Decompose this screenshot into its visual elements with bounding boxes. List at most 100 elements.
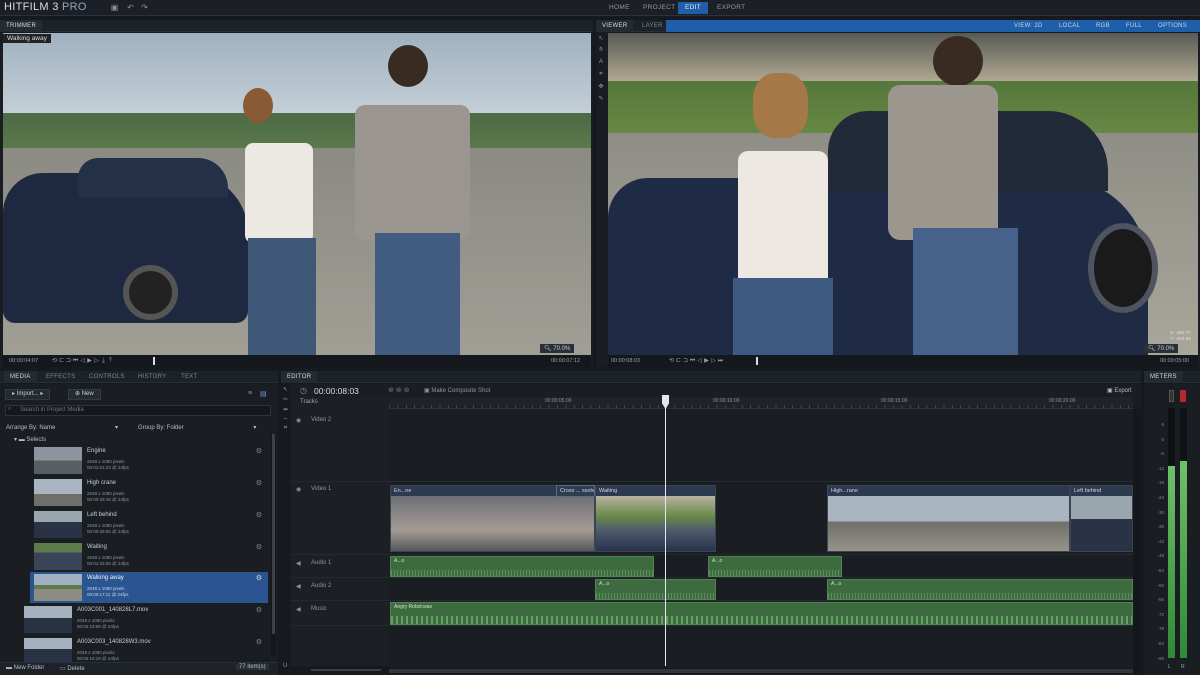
video-clip-left-behind[interactable]: Left behind: [1070, 485, 1133, 552]
delete-button[interactable]: ▭ Delete: [60, 665, 85, 672]
tab-controls[interactable]: CONTROLS: [83, 371, 131, 383]
clip-indicator-right[interactable]: [1180, 390, 1186, 402]
eye-icon[interactable]: ◉: [296, 486, 301, 493]
save-icon[interactable]: ▣: [110, 3, 119, 12]
gear-icon[interactable]: ⚙: [256, 606, 262, 614]
music-clip[interactable]: Angry Robot.wav: [390, 602, 1133, 625]
export-button[interactable]: ▣ Export: [1107, 387, 1132, 394]
audio-clip[interactable]: A...o: [827, 579, 1133, 600]
list-item[interactable]: Left behind 2048 x 1080 pixels 00:00:29:0…: [0, 509, 268, 540]
grid-view-icon[interactable]: ▤: [260, 390, 267, 398]
mark-out-icon[interactable]: ⊐: [682, 355, 689, 367]
gear-icon[interactable]: ⚙: [256, 447, 262, 455]
loop-icon[interactable]: ⟲: [668, 355, 675, 367]
view-mode-dropdown[interactable]: VIEW: 2D: [1008, 20, 1049, 32]
mark-out-icon[interactable]: ⊐: [65, 355, 72, 367]
speaker-icon[interactable]: ◀︎: [296, 560, 301, 567]
crop-tool-icon[interactable]: ⌗: [597, 71, 605, 78]
make-composite-button[interactable]: ▣ Make Composite Shot: [424, 387, 490, 394]
list-item[interactable]: A003C003_140828W3.mov 2048 x 1080 pixels…: [0, 636, 268, 662]
list-item[interactable]: Engine 2048 x 1080 pixels 00:01:01:23 @ 2…: [0, 445, 268, 476]
select-tool-icon[interactable]: ↖: [281, 386, 290, 393]
play-icon[interactable]: ▶: [86, 355, 93, 367]
gear-icon[interactable]: ⚙: [256, 574, 262, 582]
slip-tool-icon[interactable]: ⇹: [281, 406, 290, 413]
skip-start-icon[interactable]: ⏮: [689, 355, 696, 367]
gear-icon[interactable]: ⚙: [256, 638, 262, 646]
insert-icon[interactable]: ⤓: [100, 355, 107, 367]
group-dropdown[interactable]: Group By: Folder ▾: [138, 424, 256, 431]
pen-tool-icon[interactable]: ✎: [597, 95, 605, 102]
trimmer-zoom[interactable]: 🔍︎ 70.0%: [540, 344, 575, 353]
video-clip-high-crane[interactable]: High...rane: [827, 485, 1070, 552]
timeline-ruler[interactable]: 00:00:05:00 00:00:10:00 00:00:15:00 00:0…: [389, 397, 1133, 409]
resolution-dropdown[interactable]: FULL: [1120, 20, 1148, 32]
tab-layer[interactable]: LAYER: [636, 20, 669, 32]
tab-viewer[interactable]: VIEWER: [596, 20, 634, 32]
audio-clip[interactable]: A...o: [390, 556, 654, 577]
audio-clip[interactable]: A...o: [708, 556, 842, 577]
gear-icon[interactable]: ⚙: [256, 479, 262, 487]
step-forward-icon[interactable]: ▷: [710, 355, 717, 367]
speaker-icon[interactable]: ◀︎: [296, 606, 301, 613]
search-input[interactable]: Search in Project Media: [5, 405, 271, 416]
skip-end-icon[interactable]: ⏭: [717, 355, 724, 367]
clip-indicator-left[interactable]: [1169, 390, 1174, 402]
transition-cross-dissolve[interactable]: Cross ... ssolve: [556, 485, 595, 497]
list-item-selected[interactable]: Walking away 2048 x 1080 pixels 00:00:17:…: [30, 572, 268, 603]
mark-in-icon[interactable]: ⊏: [675, 355, 682, 367]
list-item[interactable]: A003C001_140828L7.mov 2048 x 1080 pixels…: [0, 604, 268, 635]
mark-in-icon[interactable]: ⊏: [58, 355, 65, 367]
tab-media[interactable]: MEDIA: [4, 371, 37, 383]
redo-icon[interactable]: ↷: [140, 3, 149, 12]
eye-icon[interactable]: ◉: [296, 417, 301, 424]
gear-icon[interactable]: ⚙: [256, 511, 262, 519]
gear-icon[interactable]: ⚙: [256, 543, 262, 551]
undo-icon[interactable]: ↶: [126, 3, 135, 12]
folder-selects[interactable]: ▾ ▬ Selects: [14, 436, 46, 443]
snap-icon[interactable]: ⌗: [281, 425, 290, 432]
step-back-icon[interactable]: ◁: [79, 355, 86, 367]
timeline-scrollbar[interactable]: [389, 668, 1133, 674]
text-tool-icon[interactable]: A: [597, 59, 605, 65]
media-scrollbar[interactable]: [271, 434, 276, 656]
trimmer-playhead[interactable]: [153, 357, 155, 365]
tab-export[interactable]: EXPORT: [710, 2, 752, 14]
move-tool-icon[interactable]: ✥: [597, 83, 605, 90]
razor-tool-icon[interactable]: ✂: [281, 396, 290, 403]
channel-dropdown[interactable]: RGB: [1090, 20, 1116, 32]
hand-tool-icon[interactable]: ✋︎: [597, 47, 605, 54]
arrange-dropdown[interactable]: Arrange By: Name ▾: [6, 424, 118, 431]
list-item[interactable]: High crane 2048 x 1080 pixels 00:00:33:18…: [0, 477, 268, 508]
tab-history[interactable]: HISTORY: [132, 371, 173, 383]
list-view-icon[interactable]: ≡: [248, 390, 252, 397]
tab-project[interactable]: PROJECT: [636, 2, 682, 14]
new-folder-button[interactable]: ▬ New Folder: [6, 665, 44, 671]
overlay-icon[interactable]: ⤒: [107, 355, 114, 367]
tab-text[interactable]: TEXT: [175, 371, 204, 383]
editor-timecode[interactable]: 00:00:08:03: [314, 386, 359, 396]
audio-clip[interactable]: A...o: [595, 579, 716, 600]
magnet-icon[interactable]: U: [283, 663, 287, 669]
zoom-slider[interactable]: [291, 666, 389, 675]
tab-edit[interactable]: EDIT: [678, 2, 709, 14]
speaker-icon[interactable]: ◀︎: [296, 583, 301, 590]
loop-icon[interactable]: ⟲: [51, 355, 58, 367]
viewer-playhead[interactable]: [756, 357, 758, 365]
skip-start-icon[interactable]: ⏮: [72, 355, 79, 367]
play-icon[interactable]: ▶: [703, 355, 710, 367]
new-button[interactable]: ⊕ New: [68, 389, 101, 400]
options-dropdown[interactable]: OPTIONS: [1152, 20, 1193, 32]
select-tool-icon[interactable]: ↖: [597, 35, 605, 42]
step-forward-icon[interactable]: ▷: [93, 355, 100, 367]
list-item[interactable]: Waiting 2048 x 1080 pixels 00:01:33:06 @ …: [0, 541, 268, 572]
step-back-icon[interactable]: ◁: [696, 355, 703, 367]
tab-effects[interactable]: EFFECTS: [40, 371, 81, 383]
space-dropdown[interactable]: LOCAL: [1053, 20, 1086, 32]
video-clip-waiting[interactable]: Waiting: [595, 485, 716, 552]
slide-tool-icon[interactable]: ⇔: [281, 416, 290, 422]
import-button[interactable]: ▸ Import... ▸: [5, 389, 51, 400]
viewer-zoom[interactable]: 🔍︎ 70.0%: [1144, 344, 1179, 353]
track-scrollbar[interactable]: [1133, 409, 1141, 675]
tab-home[interactable]: HOME: [602, 2, 637, 14]
